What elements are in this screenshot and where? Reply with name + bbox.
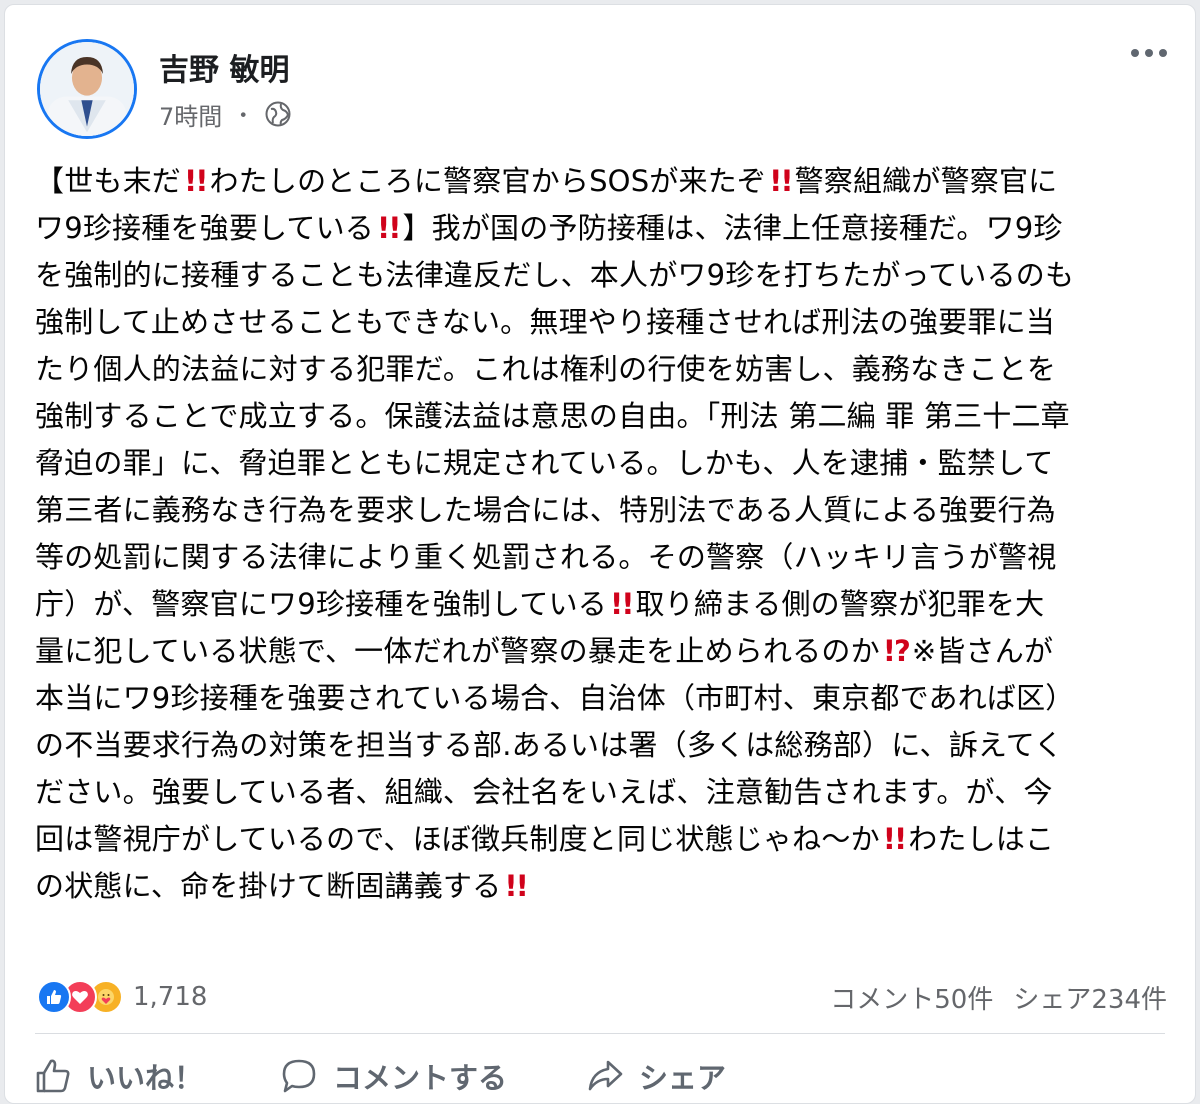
reaction-summary[interactable]: 1,718 — [37, 977, 207, 1017]
comment-button[interactable]: コメントする — [279, 1055, 507, 1097]
exclamation-emoji: !? — [882, 634, 911, 668]
more-dot — [1131, 49, 1139, 57]
meta-separator: ・ — [232, 104, 255, 129]
exclamation-emoji: !! — [769, 164, 793, 198]
post-body-line: ださい。強要している者、組織、会社名をいえば、注意勧告されます。が、今 — [35, 775, 1053, 809]
thumbs-up-icon — [36, 1059, 70, 1093]
post-body-line: 等の処罰に関する法律により重く処罰される。その警察（ハッキリ言うが警視 — [35, 540, 1057, 574]
author-name[interactable]: 吉野 敏明 — [159, 45, 289, 89]
avatar[interactable] — [37, 39, 137, 139]
post-body-line: 庁）が、警察官にワ9珍接種を強制している!! 取り締まる側の警察が犯罪を大 — [35, 587, 1045, 621]
exclamation-emoji: !! — [184, 164, 208, 198]
post-body: 【世も末だ!! わたしのところに警察官からSOSが来たぞ!! 警察組織が警察官に ワ9… — [35, 158, 1175, 910]
like-button[interactable]: いいね！ — [33, 1055, 203, 1097]
post-body-line: 強制して止めさせることもできない。無理やり接種させれば刑法の強要罪に当 — [35, 305, 1055, 339]
exclamation-emoji: !! — [376, 211, 401, 245]
post-body-line: を強制的に接種することも法律違反だし、本人がワ9珍を打ちたがっているのも — [35, 258, 1075, 292]
exclamation-emoji: !! — [882, 822, 907, 856]
like-icon — [37, 980, 71, 1014]
post-body-line: 本当にワ9珍接種を強要されている場合、自治体（市町村、東京都であれば区） — [35, 681, 1075, 715]
comment-count[interactable]: コメント50件 — [830, 979, 993, 1016]
post-body-line: 脅迫の罪」に、脅迫罪とともに規定されている。しかも、人を逮捕・監禁して — [35, 446, 1054, 480]
post-card: 吉野 敏明 7時間 ・ 【世も末だ!! わたしのところに警察官からSOSが来たぞ!… — [4, 4, 1196, 1104]
post-body-line: たり個人的法益に対する犯罪だ。これは権利の行使を妨害し、義務なきことを — [35, 352, 1057, 386]
divider — [35, 1033, 1165, 1034]
post-body-line: 第三者に義務なき行為を要求した場合には、特別法である人質による強要行為 — [35, 493, 1056, 527]
post-body-line: 強制することで成立する。保護法益は意思の自由。「刑法 第二編 罪 第三十二章 — [35, 399, 1070, 433]
share-icon — [588, 1060, 623, 1091]
post-body-line: の不当要求行為の対策を担当する部.あるいは署（多くは総務部）に、訴えてく — [35, 728, 1064, 762]
action-bar: いいね！ コメントする シェア — [5, 1051, 1195, 1103]
post-body-line: 回は警視庁がしているので、ほぼ徴兵制度と同じ状態じゃね〜か!! わたしはこ — [35, 822, 1055, 856]
share-button[interactable]: シェア — [585, 1055, 726, 1097]
more-dot — [1145, 49, 1153, 57]
exclamation-emoji: !! — [610, 587, 634, 621]
more-options-icon[interactable] — [1131, 49, 1167, 57]
comment-icon — [282, 1059, 316, 1093]
reaction-count: 1,718 — [133, 982, 208, 1012]
post-meta: 7時間 ・ — [159, 97, 292, 131]
globe-icon[interactable] — [264, 100, 292, 128]
post-time[interactable]: 7時間 — [159, 97, 222, 132]
post-body-line: ワ9珍接種を強要している!! 】我が国の予防接種は、法律上任意接種だ。ワ9珍 — [35, 211, 1063, 245]
more-dot — [1159, 49, 1167, 57]
engagement-counts: コメント50件 シェア234件 — [830, 979, 1167, 1016]
exclamation-emoji: !! — [504, 869, 528, 903]
share-label: シェア — [639, 1061, 727, 1095]
post-body-line: 量に犯している状態で、一体だれが警察の暴走を止められるのか!? ※皆さんが — [35, 634, 1054, 668]
comment-label: コメントする — [333, 1061, 508, 1095]
share-count[interactable]: シェア234件 — [1013, 979, 1167, 1016]
like-label: いいね！ — [87, 1061, 204, 1095]
post-body-line: 【世も末だ!! わたしのところに警察官からSOSが来たぞ!! 警察組織が警察官に — [35, 164, 1058, 198]
post-body-line: の状態に、命を掛けて断固講義する!! — [35, 869, 529, 903]
